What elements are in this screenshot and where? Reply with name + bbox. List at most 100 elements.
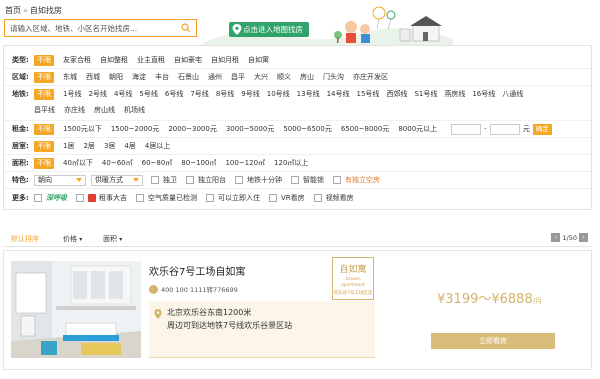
filter-district-option[interactable]: 通州 <box>208 72 222 82</box>
filter-rooms-option[interactable]: 4居以上 <box>145 141 170 151</box>
breadcrumb-home[interactable]: 首页 <box>5 6 21 15</box>
filter-type-option[interactable]: 自如月租 <box>211 55 239 65</box>
filter-rent-option[interactable]: 1500~2000元 <box>111 124 160 134</box>
listing-card[interactable]: 欢乐谷7号工场自如寓 自如寓 ziroom apartment 欢乐谷7号工场区… <box>3 250 592 370</box>
checkbox-box[interactable] <box>186 176 194 184</box>
filter-district-option[interactable]: 房山 <box>300 72 314 82</box>
feature-checkbox[interactable]: 独立阳台 <box>186 175 226 185</box>
filter-rent-option[interactable]: 5000~6500元 <box>283 124 332 134</box>
more-checkbox[interactable]: 租事大吉 <box>76 193 127 203</box>
search-icon[interactable] <box>181 23 191 33</box>
filter-district-option[interactable]: 大兴 <box>254 72 268 82</box>
search-input[interactable] <box>5 20 175 36</box>
filter-district-option[interactable]: 昌平 <box>231 72 245 82</box>
filter-district-option[interactable]: 海淀 <box>132 72 146 82</box>
filter-area-option[interactable]: 60~80㎡ <box>142 158 173 168</box>
checkbox-box[interactable] <box>333 176 341 184</box>
filter-rent-option[interactable]: 6500~8000元 <box>341 124 390 134</box>
checkbox-box[interactable] <box>136 194 144 202</box>
filter-rent-option[interactable]: 2000~3000元 <box>168 124 217 134</box>
listing-title[interactable]: 欢乐谷7号工场自如寓 <box>149 263 245 278</box>
filter-district-option[interactable]: 顺义 <box>277 72 291 82</box>
orientation-select[interactable]: 朝向 <box>34 174 86 186</box>
sort-default[interactable]: 默认排序 <box>11 234 39 244</box>
filter-area-option[interactable]: 40㎡以下 <box>63 158 93 168</box>
filter-rooms-option[interactable]: 2居 <box>83 141 94 151</box>
feature-checkbox[interactable]: 独卫 <box>151 175 177 185</box>
sort-price[interactable]: 价格 ▾ <box>63 234 82 244</box>
filter-type-option[interactable]: 业主直租 <box>137 55 165 65</box>
filter-subway-option[interactable]: 4号线 <box>114 89 132 99</box>
filter-type-option[interactable]: 自如整租 <box>100 55 128 65</box>
filter-rent-option[interactable]: 8000元以上 <box>398 124 437 134</box>
filter-rooms-option[interactable]: 1居 <box>63 141 74 151</box>
filter-subway-unlimited[interactable]: 不限 <box>34 88 54 100</box>
next-page-button[interactable]: › <box>579 233 588 242</box>
checkbox-box[interactable] <box>151 176 159 184</box>
filter-subway-option[interactable]: 5号线 <box>139 89 157 99</box>
max-price-input[interactable] <box>489 123 520 135</box>
checkbox-box[interactable] <box>269 194 277 202</box>
filter-subway-option[interactable]: 机场线 <box>124 105 145 115</box>
filter-rooms-option[interactable]: 4居 <box>124 141 135 151</box>
filter-type-option[interactable]: 友家合租 <box>63 55 91 65</box>
filter-district-option[interactable]: 石景山 <box>178 72 199 82</box>
filter-subway-option[interactable]: 亦庄线 <box>64 105 85 115</box>
more-checkbox[interactable]: 空气质量已检测 <box>136 193 197 203</box>
filter-district-unlimited[interactable]: 不限 <box>34 71 54 83</box>
filter-subway-option[interactable]: 八通线 <box>502 89 523 99</box>
checkbox-box[interactable] <box>34 194 42 202</box>
checkbox-box[interactable] <box>291 176 299 184</box>
filter-rent-unlimited[interactable]: 不限 <box>34 123 54 135</box>
filter-subway-option[interactable]: 2号线 <box>88 89 106 99</box>
filter-district-option[interactable]: 门头沟 <box>323 72 344 82</box>
listing-photo[interactable] <box>11 261 141 358</box>
filter-rent-option[interactable]: 3000~5000元 <box>226 124 275 134</box>
filter-subway-option[interactable]: 13号线 <box>297 89 320 99</box>
filter-subway-option[interactable]: 9号线 <box>241 89 259 99</box>
filter-rooms-unlimited[interactable]: 不限 <box>34 140 54 152</box>
filter-subway-option[interactable]: 14号线 <box>327 89 350 99</box>
filter-subway-option[interactable]: S1号线 <box>414 89 437 99</box>
filter-area-option[interactable]: 80~100㎡ <box>181 158 216 168</box>
filter-type-unlimited[interactable]: 不限 <box>34 54 54 66</box>
filter-district-option[interactable]: 亦庄开发区 <box>353 72 388 82</box>
heating-select[interactable]: 供暖方式 <box>91 174 143 186</box>
feature-checkbox[interactable]: 地铁十分钟 <box>235 175 282 185</box>
filter-subway-option[interactable]: 昌平线 <box>34 105 55 115</box>
more-checkbox[interactable]: 视频看房 <box>313 193 354 203</box>
map-search-button[interactable]: 点击进入地图找房 <box>229 22 309 37</box>
filter-subway-option[interactable]: 7号线 <box>190 89 208 99</box>
filter-rent-option[interactable]: 1500元以下 <box>63 124 102 134</box>
sort-area[interactable]: 面积 ▾ <box>103 234 122 244</box>
filter-subway-option[interactable]: 16号线 <box>472 89 495 99</box>
filter-subway-option[interactable]: 8号线 <box>216 89 234 99</box>
min-price-input[interactable] <box>451 123 482 135</box>
more-checkbox[interactable]: VR看房 <box>269 193 305 203</box>
filter-area-option[interactable]: 120㎡以上 <box>274 158 308 168</box>
filter-rooms-option[interactable]: 3居 <box>104 141 115 151</box>
filter-subway-option[interactable]: 15号线 <box>357 89 380 99</box>
feature-checkbox[interactable]: 智能锁 <box>291 175 324 185</box>
filter-subway-option[interactable]: 1号线 <box>63 89 81 99</box>
filter-type-option[interactable]: 自如寓 <box>248 55 269 65</box>
filter-area-option[interactable]: 100~120㎡ <box>225 158 265 168</box>
filter-area-option[interactable]: 40~60㎡ <box>102 158 133 168</box>
filter-district-option[interactable]: 朝阳 <box>109 72 123 82</box>
filter-subway-option[interactable]: 燕房线 <box>444 89 465 99</box>
filter-district-option[interactable]: 西城 <box>86 72 100 82</box>
more-checkbox-deep-breath[interactable]: 深呼吸 <box>34 193 67 203</box>
filter-area-unlimited[interactable]: 不限 <box>34 157 54 169</box>
checkbox-box[interactable] <box>206 194 214 202</box>
checkbox-box[interactable] <box>313 194 322 202</box>
filter-type-option[interactable]: 自如豪宅 <box>174 55 202 65</box>
price-confirm-button[interactable]: 确定 <box>532 123 552 135</box>
filter-district-option[interactable]: 丰台 <box>155 72 169 82</box>
filter-subway-option[interactable]: 房山线 <box>94 105 115 115</box>
filter-subway-option[interactable]: 西郊线 <box>386 89 407 99</box>
more-checkbox[interactable]: 可以立即入住 <box>206 193 260 203</box>
filter-subway-option[interactable]: 6号线 <box>165 89 183 99</box>
checkbox-box[interactable] <box>76 194 84 202</box>
prev-page-button[interactable]: ‹ <box>551 233 561 242</box>
checkbox-box[interactable] <box>235 176 243 184</box>
